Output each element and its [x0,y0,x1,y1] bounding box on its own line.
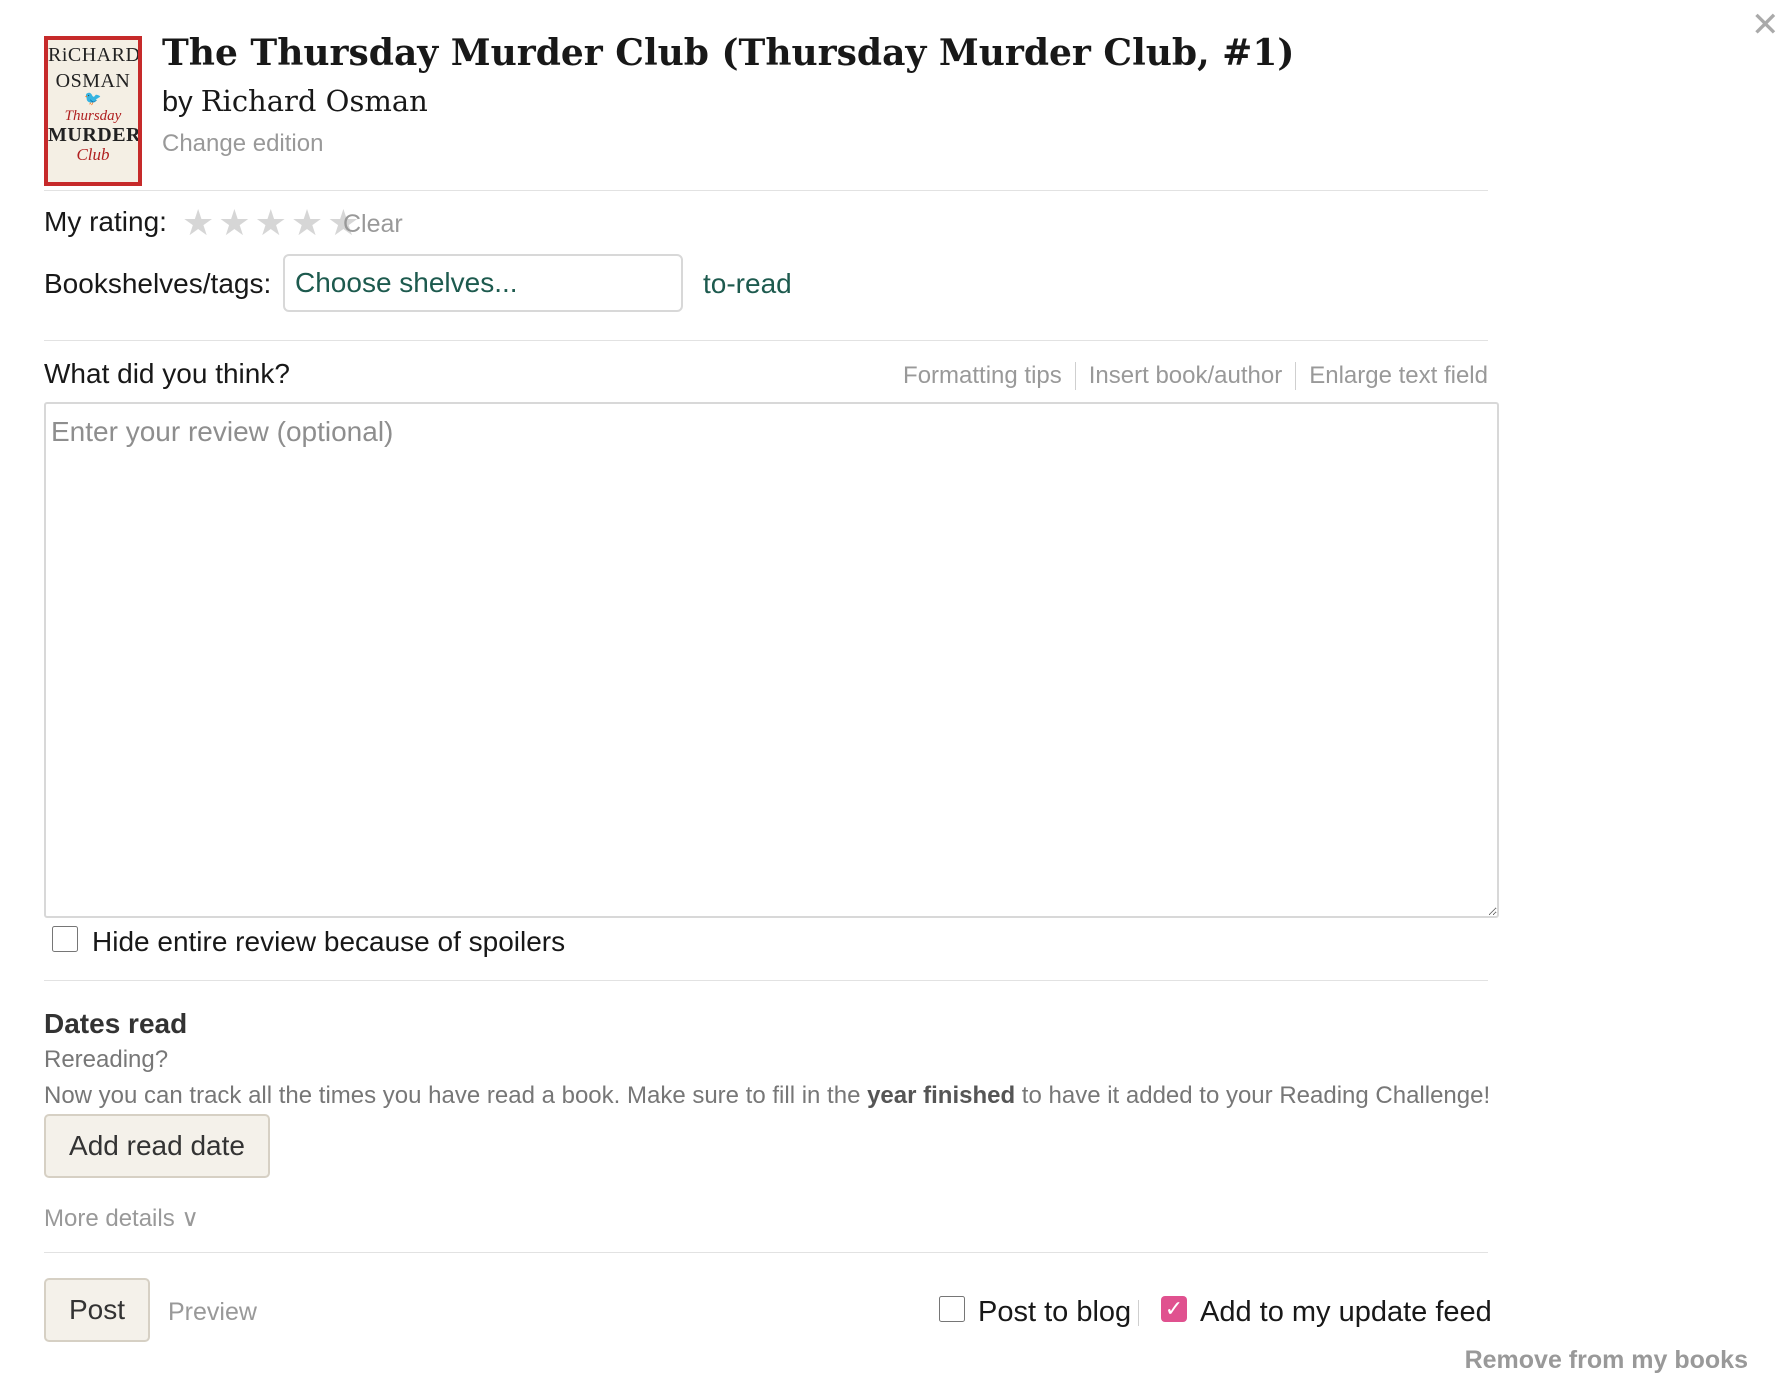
choose-shelves-input[interactable] [283,254,683,312]
spoiler-label[interactable]: Hide entire review because of spoilers [92,926,565,958]
clear-rating-link[interactable]: Clear [343,210,403,239]
divider [44,1252,1488,1253]
by-text: by [162,86,193,118]
cover-title-big: MURDER [48,124,141,146]
note-text-start: Now you can track all the times you have… [44,1082,868,1109]
review-label: What did you think? [44,358,290,389]
star-icon[interactable]: ★ [291,202,323,243]
author-link[interactable]: Richard Osman [201,84,428,118]
update-feed-checkbox[interactable]: ✓ [1161,1296,1187,1322]
rating-label: My rating: [44,206,167,237]
update-feed-label[interactable]: Add to my update feed [1200,1296,1492,1329]
preview-link[interactable]: Preview [168,1298,257,1327]
shelves-label: Bookshelves/tags: [44,268,272,299]
enlarge-text-field-link[interactable]: Enlarge text field [1309,362,1488,390]
remove-from-my-books-link[interactable]: Remove from my books [1465,1346,1748,1375]
formatting-tips-link[interactable]: Formatting tips [903,362,1062,390]
dates-read-heading: Dates read [44,1008,188,1039]
note-text-end: to have it added to your Reading Challen… [1015,1082,1491,1109]
book-byline: by Richard Osman [162,84,428,119]
divider [44,980,1488,981]
rereading-text: Rereading? [44,1046,169,1073]
cover-title-small: Thursday [64,108,122,124]
change-edition-link[interactable]: Change edition [162,130,323,158]
reading-challenge-note: Now you can track all the times you have… [44,1082,1490,1110]
divider [44,340,1488,341]
star-icon[interactable]: ★ [255,202,287,243]
footer-separator [1138,1300,1139,1326]
checkmark-icon: ✓ [1164,1296,1184,1321]
book-cover-image[interactable]: RiCHARD OSMAN 🐦 Thursday MURDER Club [44,36,142,186]
post-to-blog-label[interactable]: Post to blog [978,1296,1131,1329]
close-icon[interactable]: ✕ [1751,8,1780,42]
spoiler-checkbox[interactable] [52,926,78,952]
post-to-blog-checkbox[interactable] [939,1296,965,1322]
insert-book-author-link[interactable]: Insert book/author [1089,362,1282,390]
more-details-toggle[interactable]: More details ∨ [44,1204,199,1233]
note-bold: year finished [867,1082,1016,1109]
cover-author-line1: RiCHARD [48,44,141,66]
cover-author-line2: OSMAN [55,70,131,92]
star-icon[interactable]: ★ [218,202,250,243]
divider [44,190,1488,191]
tool-separator [1295,362,1297,390]
cover-bird-icon: 🐦 [84,92,102,107]
book-title[interactable]: The Thursday Murder Club (Thursday Murde… [162,32,1294,74]
shelf-to-read-link[interactable]: to-read [703,268,792,300]
tool-separator [1074,362,1076,390]
review-textarea[interactable] [44,402,1499,918]
add-read-date-button[interactable]: Add read date [44,1114,270,1178]
cover-title-club: Club [76,145,110,164]
rating-stars[interactable]: ★ ★ ★ ★ ★ [182,202,359,244]
star-icon[interactable]: ★ [182,202,214,243]
post-button[interactable]: Post [44,1278,150,1342]
review-tools: Formatting tips Insert book/author Enlar… [903,362,1488,390]
